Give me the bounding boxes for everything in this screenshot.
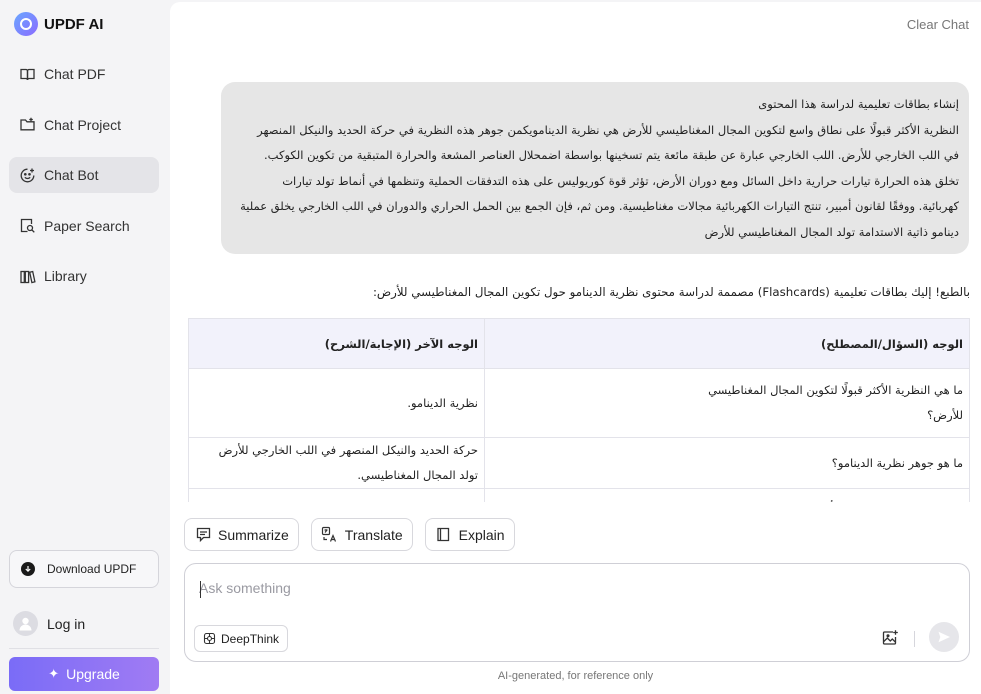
column-header-front: الوجه (السؤال/المصطلح) bbox=[484, 318, 970, 369]
paper-search-icon bbox=[18, 217, 36, 235]
user-message-line: في اللب الخارجي للأرض. اللب الخارجي عبار… bbox=[264, 148, 959, 162]
download-updf-button[interactable]: Download UPDF bbox=[9, 550, 159, 588]
sidebar-item-label: Library bbox=[44, 268, 87, 284]
login-label: Log in bbox=[47, 615, 86, 632]
assistant-intro: بالطبع! إليك بطاقات تعليمية (Flashcards)… bbox=[372, 285, 970, 299]
table-row: ما هو جوهر نظرية الدينامو؟ حركة الحديد و… bbox=[188, 437, 970, 489]
brand-name: UPDF AI bbox=[44, 15, 104, 33]
summarize-icon bbox=[194, 526, 212, 544]
user-message-line: دينامو ذاتية الاستدامة تولد المجال المغن… bbox=[704, 224, 959, 239]
sidebar-nav: Chat PDF Chat Project Chat Bot Paper Sea… bbox=[9, 56, 159, 309]
sidebar-item-chat-project[interactable]: Chat Project bbox=[9, 107, 159, 143]
image-upload-icon[interactable] bbox=[880, 628, 900, 648]
download-icon bbox=[21, 562, 35, 576]
table-header-row: الوجه (السؤال/المصطلح) الوجه الآخر (الإج… bbox=[188, 318, 970, 369]
table-row: ماذا يتكون اللب الخارجي للأرض؟ يتكون من … bbox=[188, 488, 970, 502]
deepthink-label: DeepThink bbox=[221, 631, 280, 646]
sidebar-item-paper-search[interactable]: Paper Search bbox=[9, 208, 159, 244]
translate-label: Translate bbox=[344, 526, 403, 543]
table-cell-front: ما هو جوهر نظرية الدينامو؟ bbox=[484, 437, 970, 489]
sidebar-item-library[interactable]: Library bbox=[9, 258, 159, 294]
user-message-line: إنشاء بطاقات تعليمية لدراسة هذا المحتوى bbox=[758, 97, 959, 111]
chat-composer: DeepThink bbox=[184, 563, 970, 662]
translate-button[interactable]: Translate bbox=[310, 518, 413, 551]
updf-logo-icon bbox=[14, 12, 38, 36]
download-label: Download UPDF bbox=[47, 562, 137, 576]
upgrade-label: Upgrade bbox=[66, 666, 120, 682]
table-cell-back: يتكون من الحديد والنيكل المنصهر ويعتبر ط… bbox=[188, 488, 485, 502]
sidebar-item-chat-pdf[interactable]: Chat PDF bbox=[9, 56, 159, 92]
table-cell-back: نظرية الدينامو. bbox=[188, 368, 485, 438]
upgrade-button[interactable]: ✦ Upgrade bbox=[9, 657, 159, 691]
clear-chat-button[interactable]: Clear Chat bbox=[907, 17, 969, 32]
table-cell-front: ماذا يتكون اللب الخارجي للأرض؟ bbox=[484, 488, 970, 502]
folder-icon bbox=[18, 116, 36, 134]
sidebar-item-label: Paper Search bbox=[44, 217, 130, 234]
column-header-back: الوجه الآخر (الإجابة/الشرح) bbox=[188, 318, 485, 369]
table-cell-front: ما هي النظرية الأكثر قبولًا لتكوين المجا… bbox=[484, 368, 970, 438]
summarize-button[interactable]: Summarize bbox=[184, 518, 299, 551]
sidebar-item-label: Chat Project bbox=[44, 116, 122, 133]
user-message: إنشاء بطاقات تعليمية لدراسة هذا المحتوى … bbox=[221, 82, 969, 254]
explain-label: Explain bbox=[458, 526, 505, 543]
table-cell-back: حركة الحديد والنيكل المنصهر في اللب الخا… bbox=[188, 437, 485, 489]
divider bbox=[914, 631, 915, 647]
deepthink-toggle[interactable]: DeepThink bbox=[194, 625, 289, 652]
text-caret bbox=[200, 581, 201, 598]
user-message-line: كهربائية. ووفقًا لقانون أمبير، تنتج التي… bbox=[240, 199, 959, 213]
explain-icon bbox=[435, 526, 453, 544]
bot-icon bbox=[18, 166, 36, 184]
sidebar-item-label: Chat Bot bbox=[44, 167, 99, 183]
translate-icon bbox=[321, 526, 339, 544]
send-button[interactable] bbox=[929, 622, 959, 652]
chat-panel: Clear Chat إنشاء بطاقات تعليمية لدراسة ه… bbox=[170, 2, 981, 694]
flashcards-table: الوجه (السؤال/المصطلح) الوجه الآخر (الإج… bbox=[188, 318, 970, 502]
book-icon bbox=[18, 65, 36, 83]
avatar bbox=[13, 611, 38, 636]
ai-disclaimer: AI-generated, for reference only bbox=[497, 670, 654, 682]
brand[interactable]: UPDF AI bbox=[14, 12, 103, 36]
cell-text-line: للأرض؟ bbox=[927, 408, 963, 422]
explain-button[interactable]: Explain bbox=[424, 518, 515, 551]
chat-input[interactable] bbox=[199, 580, 899, 596]
sparkle-icon: ✦ bbox=[48, 666, 60, 681]
table-row: ما هي النظرية الأكثر قبولًا لتكوين المجا… bbox=[188, 368, 970, 438]
login-button[interactable]: Log in bbox=[13, 611, 85, 636]
sidebar-item-label: Chat PDF bbox=[44, 66, 106, 82]
cell-text-line: ما هي النظرية الأكثر قبولًا لتكوين المجا… bbox=[708, 383, 963, 397]
sidebar-item-chat-bot[interactable]: Chat Bot bbox=[9, 157, 159, 193]
library-icon bbox=[18, 267, 36, 285]
divider bbox=[9, 648, 159, 649]
quick-actions: Summarize Translate Explain bbox=[184, 518, 527, 551]
sidebar: UPDF AI Chat PDF Chat Project Chat Bot P… bbox=[0, 0, 168, 694]
deepthink-icon bbox=[203, 632, 216, 645]
user-message-line: تخلق هذه الحرارة تيارات حرارية داخل السا… bbox=[282, 173, 959, 188]
summarize-label: Summarize bbox=[218, 526, 289, 543]
user-message-line: النظرية الأكثر قبولًا على نطاق واسع لتكو… bbox=[257, 122, 959, 137]
